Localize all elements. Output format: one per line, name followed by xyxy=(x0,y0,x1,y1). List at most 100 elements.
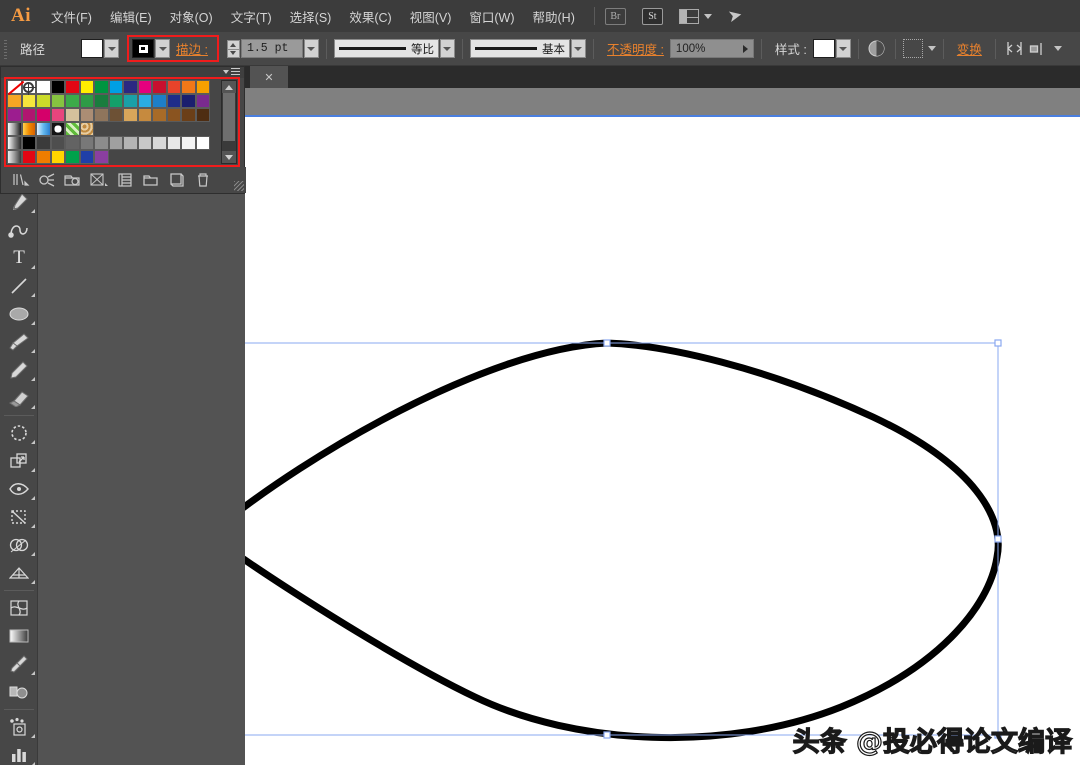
swatch-cell[interactable] xyxy=(21,94,36,108)
tool-gradient[interactable] xyxy=(0,622,38,650)
rocket-icon[interactable]: ➤ xyxy=(726,5,744,28)
swatch-cell[interactable] xyxy=(50,80,65,94)
swatch-cell[interactable] xyxy=(166,108,181,122)
stroke-weight-control[interactable]: 1.5 pt xyxy=(226,39,319,58)
stroke-profile-dropdown[interactable] xyxy=(439,39,455,58)
swatch-cell[interactable] xyxy=(181,108,196,122)
swatch-cell[interactable] xyxy=(195,136,210,150)
swatch-cell[interactable] xyxy=(108,136,123,150)
swatch-cell[interactable] xyxy=(7,136,22,150)
swatch-cell[interactable] xyxy=(152,80,167,94)
menu-effect[interactable]: 效果(C) xyxy=(340,0,400,32)
swatch-cell[interactable] xyxy=(108,94,123,108)
bridge-icon[interactable]: Br xyxy=(604,7,626,25)
swatch-cell[interactable] xyxy=(50,108,65,122)
swatch-cell[interactable] xyxy=(36,122,51,136)
swatch-cell[interactable] xyxy=(94,80,109,94)
swatch-cell[interactable] xyxy=(94,150,109,164)
tool-eraser[interactable] xyxy=(0,384,38,412)
color-group-icon[interactable] xyxy=(61,169,85,191)
align-control[interactable] xyxy=(1027,42,1062,56)
swatch-cell[interactable] xyxy=(65,80,80,94)
menu-window[interactable]: 窗口(W) xyxy=(460,0,523,32)
select-similar-icon[interactable] xyxy=(902,39,923,58)
fill-dropdown[interactable] xyxy=(104,39,120,58)
swatches-scrollbar[interactable] xyxy=(221,80,237,164)
opacity-mask-icon[interactable] xyxy=(866,40,888,57)
swatches-panel[interactable] xyxy=(0,66,246,194)
swatches-grid[interactable] xyxy=(7,80,217,164)
swatch-cell[interactable] xyxy=(50,136,65,150)
menu-help[interactable]: 帮助(H) xyxy=(524,0,584,32)
swatch-cell[interactable] xyxy=(65,136,80,150)
color-link-icon[interactable] xyxy=(35,169,59,191)
fill-control[interactable] xyxy=(81,39,120,58)
tool-scale[interactable] xyxy=(0,447,38,475)
tool-perspective-grid[interactable] xyxy=(0,559,38,587)
stroke-link[interactable]: 描边 : xyxy=(170,39,214,58)
swatch-cell[interactable] xyxy=(36,94,51,108)
swatch-cell[interactable] xyxy=(21,150,36,164)
swatch-cell[interactable] xyxy=(108,108,123,122)
menu-edit[interactable]: 编辑(E) xyxy=(101,0,161,32)
tool-pencil[interactable] xyxy=(0,356,38,384)
select-similar-control[interactable] xyxy=(902,39,936,58)
swatch-cell[interactable] xyxy=(36,136,51,150)
swatch-cell[interactable] xyxy=(123,94,138,108)
stock-icon[interactable]: St xyxy=(641,7,663,25)
stroke-dropdown[interactable] xyxy=(155,39,171,58)
new-swatch-icon[interactable] xyxy=(165,169,189,191)
swatch-cell[interactable] xyxy=(79,94,94,108)
selection-anchor-points[interactable] xyxy=(245,339,1002,739)
stroke-profile-preview[interactable]: 等比 xyxy=(333,39,439,58)
opacity-input[interactable]: 100% xyxy=(669,39,754,58)
panel-resize-grip[interactable] xyxy=(234,181,244,191)
swatch-cell[interactable] xyxy=(195,80,210,94)
swatch-cell[interactable] xyxy=(50,150,65,164)
transform-link[interactable]: 变换 xyxy=(951,39,988,58)
swatch-cell[interactable] xyxy=(166,94,181,108)
new-color-group-icon[interactable] xyxy=(139,169,163,191)
swatch-cell[interactable] xyxy=(7,80,22,94)
swatch-cell[interactable] xyxy=(152,94,167,108)
stepper-up[interactable] xyxy=(226,39,240,49)
opacity-flyout-arrow[interactable] xyxy=(738,40,753,57)
tool-column-graph[interactable] xyxy=(0,741,38,765)
swatch-cell[interactable] xyxy=(181,80,196,94)
tool-paintbrush[interactable] xyxy=(0,328,38,356)
document-tab[interactable]: ✕ xyxy=(250,66,288,88)
swatch-cell[interactable] xyxy=(166,80,181,94)
tool-type[interactable]: T xyxy=(0,244,38,272)
swatch-cell[interactable] xyxy=(7,108,22,122)
swatch-cell[interactable] xyxy=(36,108,51,122)
scroll-up-arrow[interactable] xyxy=(222,81,236,93)
panel-grip[interactable] xyxy=(2,38,10,59)
swatch-cell[interactable] xyxy=(181,136,196,150)
swatch-cell[interactable] xyxy=(108,80,123,94)
swatch-cell[interactable] xyxy=(152,108,167,122)
brush-dropdown[interactable] xyxy=(570,39,586,58)
stroke-swatch[interactable] xyxy=(132,39,155,58)
swatch-cell[interactable] xyxy=(195,108,210,122)
brush-definition-control[interactable]: 基本 xyxy=(469,39,586,58)
swatch-cell[interactable] xyxy=(21,122,36,136)
swatch-cell[interactable] xyxy=(79,108,94,122)
swatch-cell[interactable] xyxy=(79,150,94,164)
swatch-cell[interactable] xyxy=(79,122,94,136)
swatch-libraries-icon[interactable] xyxy=(9,169,33,191)
align-left-icon[interactable] xyxy=(1027,42,1049,56)
swatch-cell[interactable] xyxy=(123,80,138,94)
swatch-cell[interactable] xyxy=(94,136,109,150)
tool-free-transform[interactable] xyxy=(0,503,38,531)
tool-mesh[interactable] xyxy=(0,594,38,622)
swatch-cell[interactable] xyxy=(65,108,80,122)
menu-object[interactable]: 对象(O) xyxy=(161,0,222,32)
stroke-profile-control[interactable]: 等比 xyxy=(333,39,455,58)
swatch-cell[interactable] xyxy=(195,94,210,108)
stepper-down[interactable] xyxy=(226,48,240,58)
swatch-cell[interactable] xyxy=(7,122,22,136)
menu-file[interactable]: 文件(F) xyxy=(42,0,101,32)
swatch-cell[interactable] xyxy=(94,94,109,108)
style-swatch[interactable] xyxy=(812,39,835,58)
scroll-down-arrow[interactable] xyxy=(222,151,236,163)
